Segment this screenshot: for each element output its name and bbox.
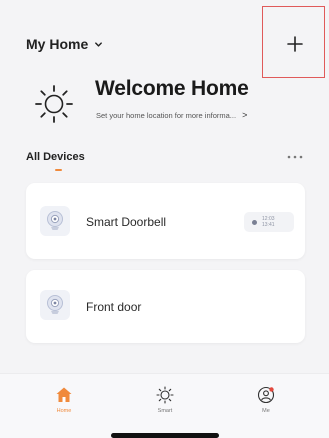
device-card-smart-doorbell[interactable]: Smart Doorbell 12:03 13:41 bbox=[26, 183, 305, 259]
status-time: 13:41 bbox=[262, 222, 275, 228]
sun-icon bbox=[35, 85, 73, 123]
set-location-text: Set your home location for more informa.… bbox=[96, 110, 237, 120]
plus-icon bbox=[287, 36, 303, 52]
profile-icon bbox=[257, 386, 275, 404]
bottom-tab-bar: Home Smart Me bbox=[0, 373, 329, 438]
camera-icon bbox=[47, 211, 63, 230]
tab-smart[interactable]: Smart bbox=[145, 386, 185, 414]
device-status-badge: 12:03 13:41 bbox=[244, 212, 294, 232]
tab-all-devices[interactable]: All Devices bbox=[26, 151, 85, 163]
tab-label: Smart bbox=[157, 408, 173, 414]
home-icon bbox=[56, 387, 72, 402]
tab-me[interactable]: Me bbox=[246, 386, 286, 414]
home-name: My Home bbox=[26, 36, 89, 52]
camera-icon bbox=[47, 295, 63, 314]
more-dots-icon[interactable] bbox=[287, 155, 303, 159]
home-selector[interactable]: My Home bbox=[26, 36, 103, 52]
active-tab-indicator bbox=[55, 169, 62, 171]
device-card-front-door[interactable]: Front door bbox=[26, 270, 305, 343]
tab-home[interactable]: Home bbox=[44, 386, 84, 414]
set-location-link[interactable]: Set your home location for more informa.… bbox=[96, 110, 247, 120]
smart-sun-icon bbox=[156, 386, 174, 404]
status-dot-icon bbox=[252, 219, 257, 225]
device-name: Smart Doorbell bbox=[86, 215, 167, 229]
home-indicator[interactable] bbox=[111, 433, 219, 438]
chevron-down-icon bbox=[95, 41, 103, 47]
device-icon bbox=[40, 290, 70, 320]
device-icon bbox=[40, 206, 70, 236]
chevron-right-icon: > bbox=[242, 110, 248, 120]
welcome-title: Welcome Home bbox=[95, 77, 249, 100]
app-screen: My Home Welcome Home Set your home locat… bbox=[0, 0, 329, 438]
device-name: Front door bbox=[86, 300, 142, 314]
tab-label: Me bbox=[262, 408, 270, 414]
tab-label: Home bbox=[56, 408, 72, 414]
